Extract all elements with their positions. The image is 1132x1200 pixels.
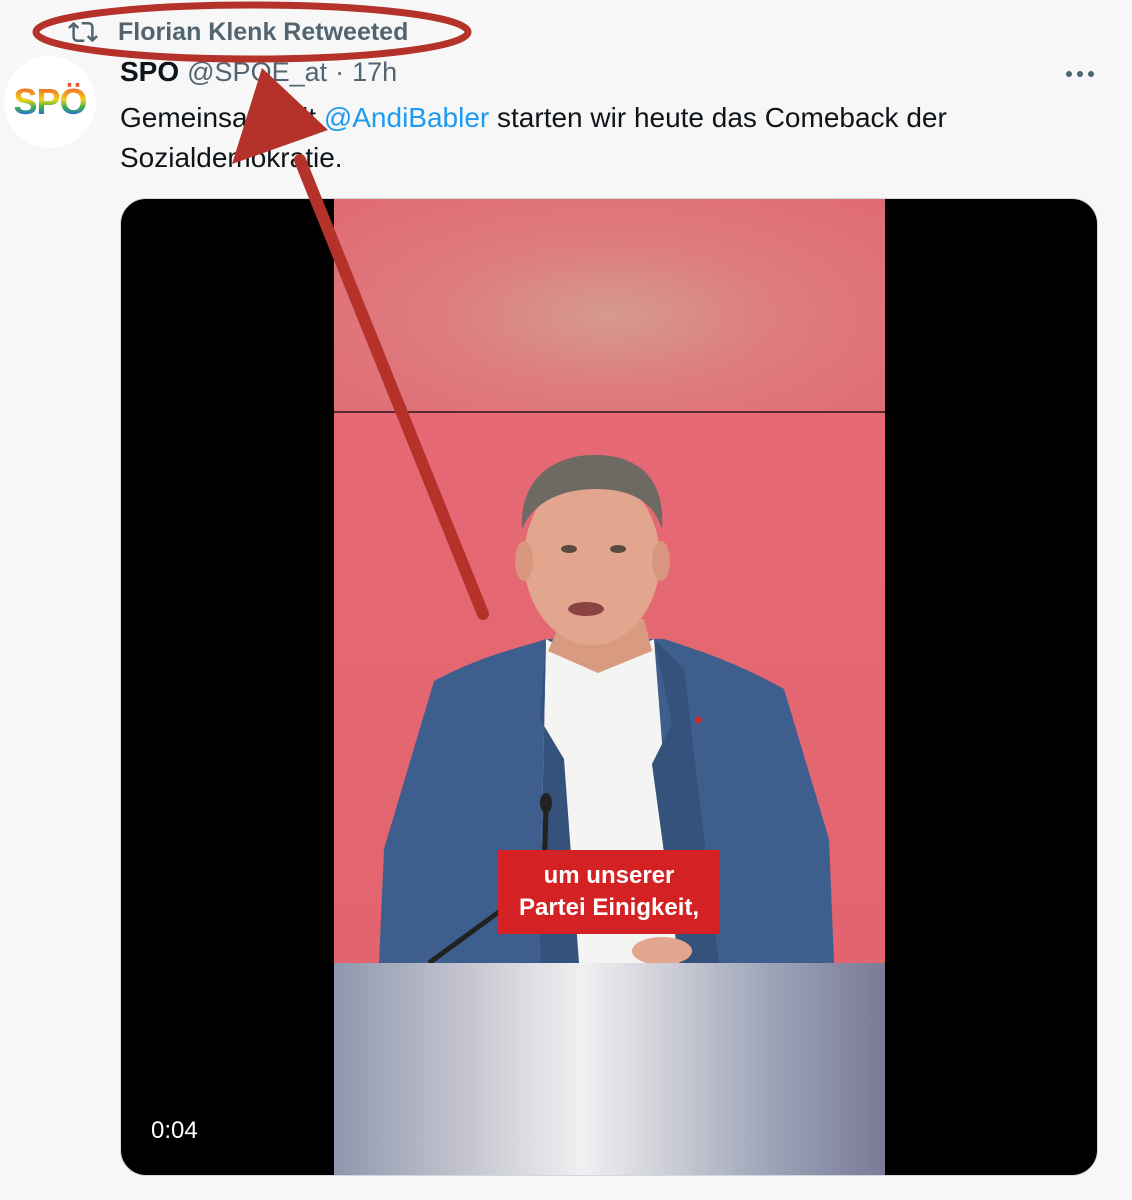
- tweet-header: SPÖ @SPOE_at · 17h: [120, 56, 397, 94]
- speaker-figure: [379, 454, 834, 963]
- tweet-text-start: Gemeinsam mit: [120, 102, 324, 133]
- video-timer: 0:04: [151, 1117, 198, 1144]
- video-frame: um unserer Partei Einigkeit,: [334, 199, 885, 1175]
- retweet-label[interactable]: Florian Klenk Retweeted: [118, 18, 408, 47]
- retweet-context[interactable]: Florian Klenk Retweeted: [68, 14, 408, 50]
- subtitle-line-2: Partei Einigkeit,: [518, 894, 700, 921]
- author-handle[interactable]: @SPOE_at: [187, 57, 327, 88]
- mention-link[interactable]: @AndiBabler: [324, 102, 489, 133]
- video-player[interactable]: um unserer Partei Einigkeit, 0:04: [120, 198, 1098, 1176]
- video-blurred-bottom: [334, 963, 885, 1175]
- tweet-timestamp[interactable]: 17h: [352, 57, 397, 88]
- avatar[interactable]: SPÖ: [4, 56, 96, 148]
- author-name[interactable]: SPÖ: [120, 56, 179, 88]
- video-subtitle: um unserer Partei Einigkeit,: [498, 850, 720, 934]
- separator-dot: ·: [335, 57, 345, 87]
- spoe-logo: SPÖ: [13, 81, 87, 122]
- retweet-icon: [68, 21, 98, 43]
- more-options-button[interactable]: [1060, 58, 1100, 90]
- subtitle-line-1: um unserer: [543, 862, 675, 889]
- tweet-text: Gemeinsam mit @AndiBabler starten wir he…: [120, 98, 1050, 178]
- more-horizontal-icon: [1066, 71, 1094, 77]
